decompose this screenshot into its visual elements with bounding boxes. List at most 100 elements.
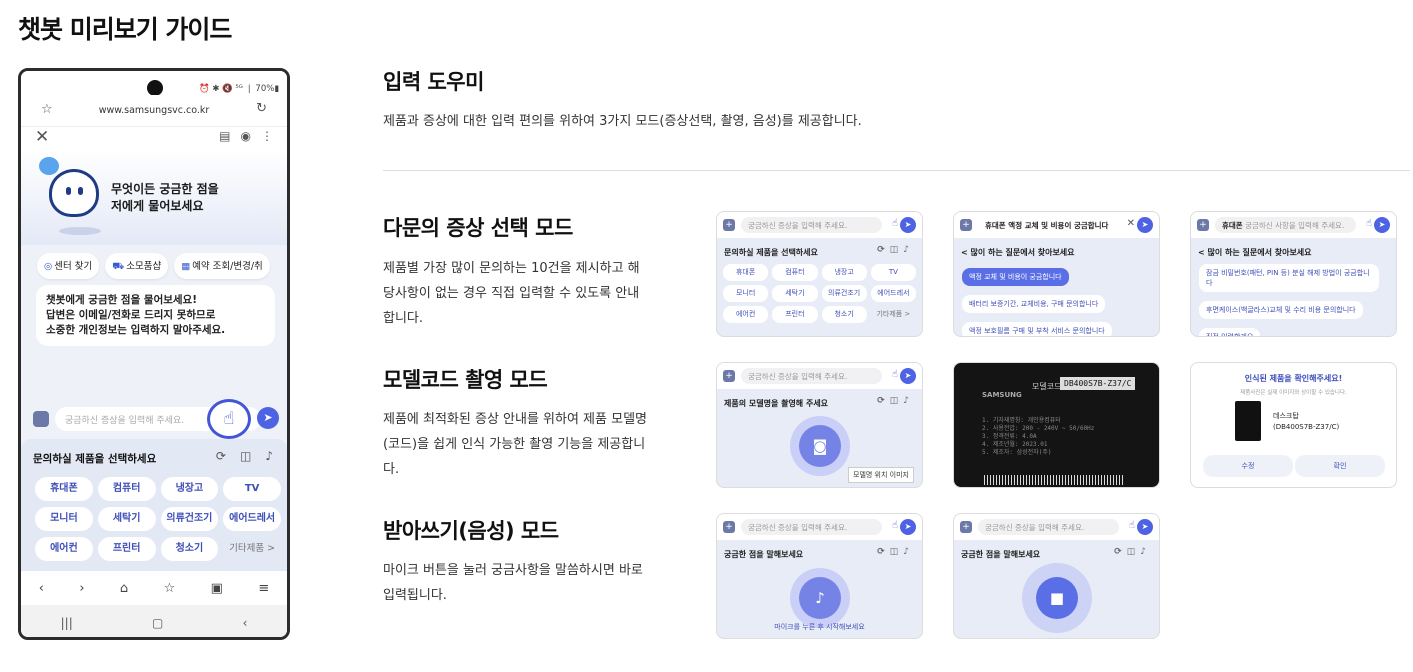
menu-icon[interactable]	[33, 411, 49, 427]
edit-button[interactable]: 수정	[1203, 455, 1293, 477]
product-button[interactable]: 컴퓨터	[772, 264, 818, 281]
product-button[interactable]: 세탁기	[97, 507, 156, 531]
section-title-voice-mode: 받아쓰기(음성) 모드	[383, 519, 559, 543]
product-button[interactable]: 에어드레서	[870, 285, 916, 302]
faq-item[interactable]: 액정 교체 및 비용이 궁금합니다	[962, 268, 1069, 286]
cart-icon: ⛟	[112, 261, 125, 272]
chat-input-row: 궁금하신 증상을 입력해 주세요. ☝ ➤	[21, 399, 287, 439]
forward-icon[interactable]: ›	[79, 581, 84, 596]
send-icon[interactable]: ➤	[900, 217, 916, 233]
card-model-capture: + 궁금하신 증상을 입력해 주세요. ☝ ➤ 제품의 모델명을 촬영해 주세요…	[716, 362, 923, 488]
other-products-link[interactable]: 기타제품 >	[871, 306, 916, 323]
phone-mockup: ⏰ ✱ 🔇 ⁵ᴳ ❘ 70%▮ ☆ www.samsungsvc.co.kr ↻…	[18, 68, 290, 640]
camera-mode-icon[interactable]: ◫	[240, 449, 251, 463]
reload-icon[interactable]: ↻	[256, 101, 267, 116]
product-button[interactable]: 프린터	[772, 306, 818, 323]
faq-item[interactable]: 배터리 보증기간, 교체비용, 구매 문의합니다	[962, 295, 1106, 313]
book-icon[interactable]: ▤	[219, 129, 230, 143]
send-icon[interactable]: ➤	[900, 519, 916, 535]
refresh-icon[interactable]: ⟳	[216, 449, 226, 463]
faq-item[interactable]: 후면케이스(백글라스)교체 및 수리 비용 문의합니다	[1199, 301, 1363, 319]
clear-icon[interactable]: ✕	[1127, 218, 1135, 229]
card-input[interactable]: 궁금하신 증상을 입력해 주세요.	[741, 217, 882, 233]
direct-input-item[interactable]: 직접 입력할게요	[1199, 328, 1261, 336]
product-button[interactable]: 모니터	[723, 285, 769, 302]
card-input[interactable]: 휴대폰 액정 교체 및 비용이 궁금합니다	[978, 217, 1119, 233]
product-button[interactable]: 청소기	[160, 537, 219, 561]
confirm-button[interactable]: 확인	[1295, 455, 1385, 477]
send-icon[interactable]: ➤	[900, 368, 916, 384]
product-button[interactable]: 모니터	[35, 507, 93, 531]
more-icon[interactable]: ⋮	[261, 129, 273, 143]
browser-toolbar: ‹ › ⌂ ☆ ▣ ≡	[21, 571, 287, 605]
card-symptom-faq-direct: + 휴대폰 궁금하신 사항을 입력해 주세요. ☝ ➤ < 많이 하는 질문에서…	[1190, 211, 1397, 337]
product-button[interactable]: 에어컨	[35, 537, 93, 561]
card-model-confirm: 인식된 제품을 확인해주세요! 제품사진은 실제 이미지와 상이할 수 있습니다…	[1190, 362, 1397, 488]
close-icon[interactable]: ✕	[35, 127, 49, 147]
card-input[interactable]: 궁금하신 증상을 입력해 주세요.	[741, 519, 882, 535]
recent-apps-icon[interactable]: |||	[61, 616, 73, 630]
product-button[interactable]: 에어컨	[723, 306, 769, 323]
status-icons: ⏰ ✱ 🔇 ⁵ᴳ ❘ 70%▮	[198, 84, 279, 94]
product-button[interactable]: 컴퓨터	[97, 477, 156, 501]
product-button[interactable]: 세탁기	[772, 285, 818, 302]
product-button[interactable]: 휴대폰	[723, 264, 769, 281]
hand-icon[interactable]: ☝	[1366, 218, 1372, 229]
home-button-icon[interactable]: ▢	[152, 616, 163, 630]
product-button[interactable]: TV	[870, 264, 916, 281]
bookmark-icon[interactable]: ☆	[164, 581, 176, 596]
product-button[interactable]: 냉장고	[821, 264, 867, 281]
mascot-icon	[49, 169, 99, 217]
plus-icon[interactable]: +	[723, 219, 735, 231]
send-icon[interactable]: ➤	[1137, 217, 1153, 233]
back-icon[interactable]: ‹	[39, 581, 44, 596]
card-input[interactable]: 궁금하신 증상을 입력해 주세요.	[741, 368, 882, 384]
bot-message: 챗봇에게 궁금한 점을 물어보세요! 답변은 이메일/전화로 드리지 못하므로 …	[36, 285, 275, 346]
send-icon[interactable]: ➤	[1137, 519, 1153, 535]
card-input[interactable]: 휴대폰 궁금하신 사항을 입력해 주세요.	[1215, 217, 1356, 233]
product-button[interactable]: TV	[223, 477, 281, 501]
product-button[interactable]: 의류건조기	[160, 507, 219, 531]
chip-reservation[interactable]: ▦ 예약 조회/변경/취	[174, 253, 270, 279]
chip-center-search[interactable]: ◎ 센터 찾기	[37, 253, 100, 279]
other-products-link[interactable]: 기타제품 >	[223, 537, 281, 561]
section-desc-symptom-mode: 제품별 가장 많이 문의하는 10건을 제시하고 해당사항이 없는 경우 직접 …	[383, 261, 640, 326]
product-button[interactable]: 휴대폰	[35, 477, 93, 501]
camera-icon[interactable]: ◙	[799, 425, 841, 467]
mic-icon[interactable]: ♪	[265, 449, 273, 463]
mic-icon[interactable]: ♪	[799, 577, 841, 619]
plus-icon[interactable]: +	[960, 521, 972, 533]
hand-icon[interactable]: ☝	[1129, 520, 1135, 531]
home-icon[interactable]: ⌂	[120, 581, 128, 596]
product-button[interactable]: 냉장고	[160, 477, 219, 501]
hand-icon[interactable]: ☝	[892, 369, 898, 380]
mode-icons: ⟳◫♪	[1114, 547, 1151, 557]
plus-icon[interactable]: +	[1197, 219, 1209, 231]
plus-icon[interactable]: +	[723, 370, 735, 382]
faq-item[interactable]: 잠금 비밀번호(패턴, PIN 등) 분실 해제 방법이 궁금합니다	[1199, 264, 1379, 292]
product-button[interactable]: 에어드레서	[223, 507, 281, 531]
hand-icon[interactable]: ☝	[892, 218, 898, 229]
product-button[interactable]: 프린터	[97, 537, 156, 561]
product-button[interactable]: 청소기	[821, 306, 867, 323]
status-bar: ⏰ ✱ 🔇 ⁵ᴳ ❘ 70%▮	[21, 71, 287, 96]
send-icon[interactable]: ➤	[1374, 217, 1390, 233]
stop-icon[interactable]: ■	[1036, 577, 1078, 619]
user-icon[interactable]: ◉	[241, 129, 251, 143]
send-button[interactable]: ➤	[257, 407, 279, 429]
chip-supply-shop[interactable]: ⛟ 소모품샵	[105, 253, 169, 279]
faq-item[interactable]: 액정 보호필름 구매 및 부착 서비스 문의합니다	[962, 322, 1112, 336]
section-title-input-helper: 입력 도우미	[383, 70, 484, 94]
card-input[interactable]: 궁금하신 증상을 입력해 주세요.	[978, 519, 1119, 535]
card-product-grid: 휴대폰 컴퓨터 냉장고 TV 모니터 세탁기 의류건조기 에어드레서 에어컨 프…	[717, 258, 922, 323]
menu-lines-icon[interactable]: ≡	[258, 581, 269, 596]
plus-icon[interactable]: +	[723, 521, 735, 533]
touch-hand-icon[interactable]: ☝	[207, 399, 251, 439]
hand-icon[interactable]: ☝	[892, 520, 898, 531]
product-button[interactable]: 의류건조기	[821, 285, 867, 302]
model-location-button[interactable]: 모델명 위치 이미지	[848, 467, 914, 483]
plus-icon[interactable]: +	[960, 219, 972, 231]
tabs-icon[interactable]: ▣	[211, 581, 223, 596]
url-text[interactable]: www.samsungsvc.co.kr	[21, 105, 287, 116]
system-back-icon[interactable]: ‹	[243, 616, 248, 630]
